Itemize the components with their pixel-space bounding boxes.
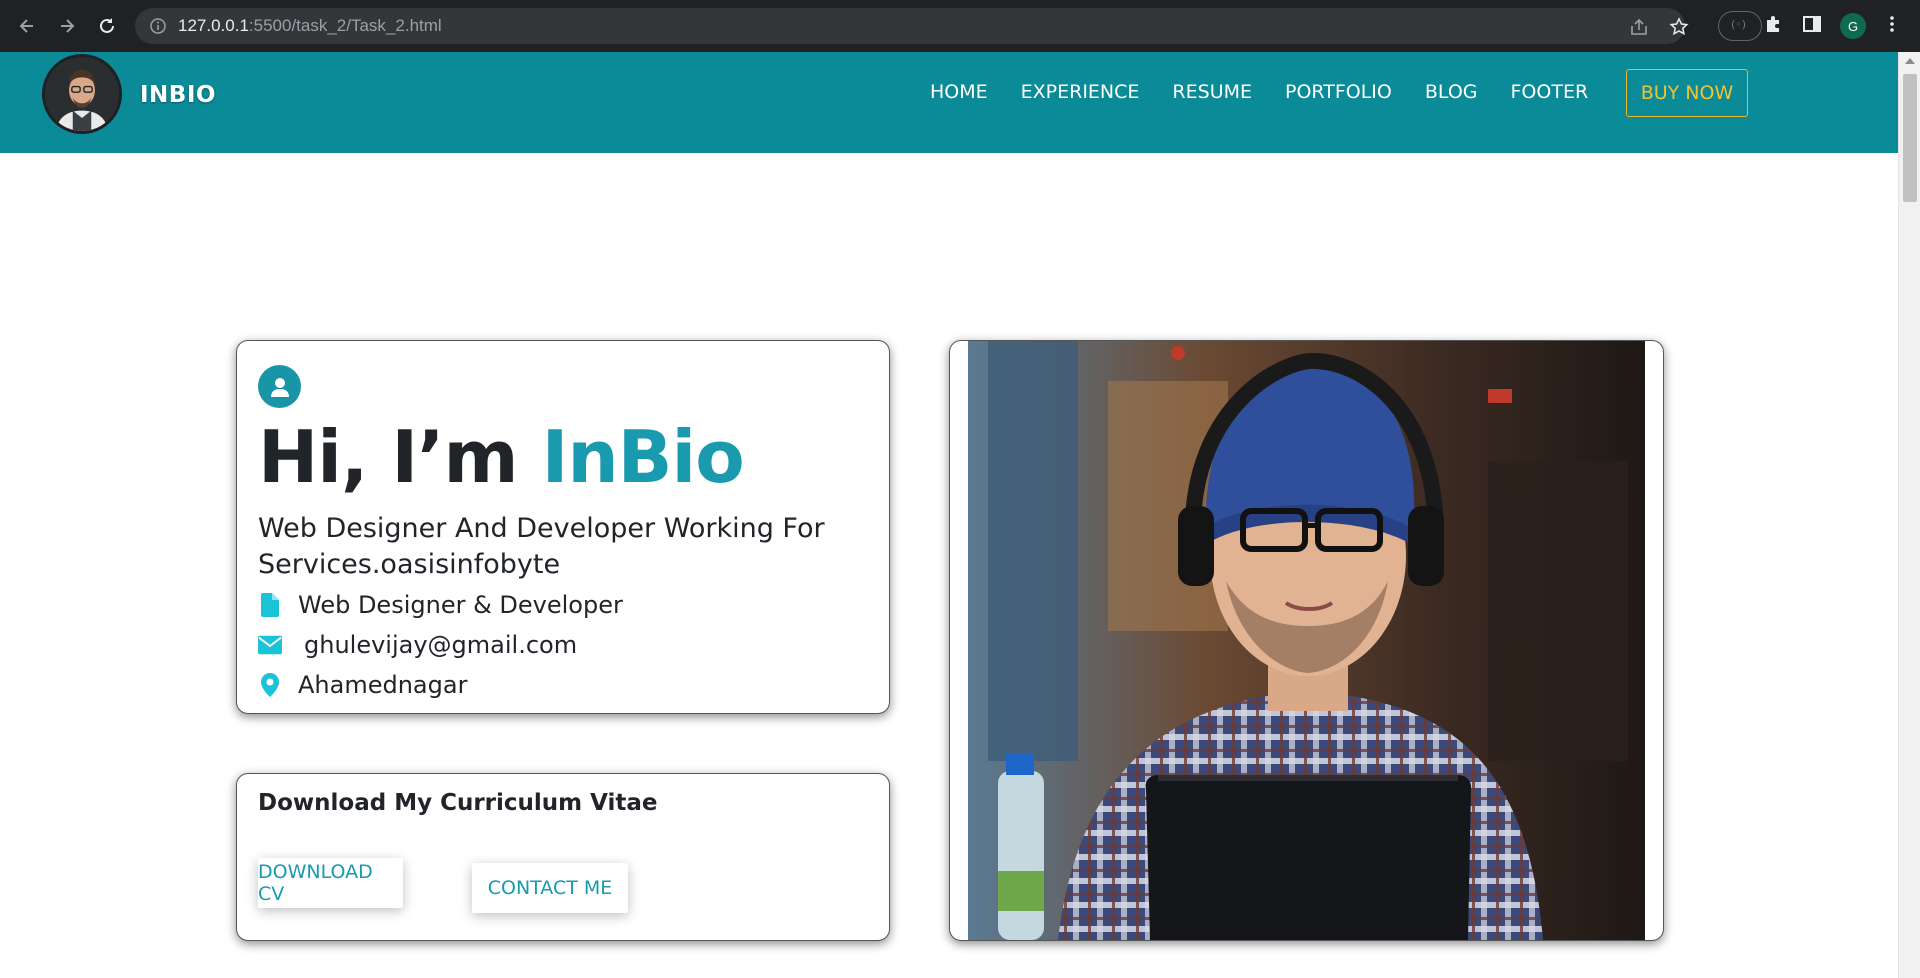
forward-button[interactable] <box>52 11 82 41</box>
puzzle-icon <box>1767 16 1779 32</box>
nav-resume[interactable]: RESUME <box>1172 81 1252 103</box>
nav-footer[interactable]: FOOTER <box>1511 81 1589 103</box>
developer-photo <box>968 341 1645 940</box>
side-panel-button[interactable] <box>1800 12 1824 36</box>
logo-avatar[interactable] <box>42 54 122 134</box>
back-button[interactable] <box>12 11 42 41</box>
media-icon: (◦) <box>1731 18 1747 31</box>
hero-subtitle: Web Designer And Developer Working For S… <box>258 513 825 580</box>
address-bar[interactable]: 127.0.0.1:5500/task_2/Task_2.html <box>135 8 1689 44</box>
kebab-menu-icon <box>1890 16 1894 32</box>
page-scrollbar[interactable] <box>1898 52 1920 978</box>
reload-icon <box>100 18 114 33</box>
contact-me-button[interactable]: CONTACT ME <box>472 863 628 913</box>
star-icon[interactable] <box>1669 17 1689 37</box>
side-panel-icon <box>1803 16 1821 32</box>
buy-now-button[interactable]: BUY NOW <box>1626 69 1748 117</box>
main-nav: HOME EXPERIENCE RESUME PORTFOLIO BLOG FO… <box>930 81 1621 103</box>
arrow-left-icon <box>19 19 33 33</box>
location-pin-icon <box>258 672 282 698</box>
file-icon <box>258 592 282 618</box>
extensions-puzzle-button[interactable] <box>1761 12 1785 36</box>
hero-name: InBio <box>541 415 745 499</box>
intro-card: Hi, I’m InBio Web Designer And Developer… <box>236 340 890 714</box>
nav-experience[interactable]: EXPERIENCE <box>1021 81 1140 103</box>
browser-toolbar: 127.0.0.1:5500/task_2/Task_2.html (◦) G <box>0 0 1920 52</box>
photo-card <box>949 340 1664 941</box>
reload-button[interactable] <box>92 11 122 41</box>
user-icon <box>258 365 301 408</box>
download-cv-button[interactable]: DOWNLOAD CV <box>258 858 403 908</box>
extension-indicator[interactable]: (◦) <box>1718 11 1762 41</box>
detail-email: ghulevijay@gmail.com <box>258 631 577 659</box>
profile-photo-icon <box>45 57 119 131</box>
cv-card: Download My Curriculum Vitae DOWNLOAD CV… <box>236 773 890 941</box>
scroll-up-arrow-icon[interactable] <box>1905 58 1915 64</box>
site-logo-text[interactable]: INBIO <box>140 82 216 108</box>
scroll-thumb[interactable] <box>1903 74 1917 202</box>
profile-avatar[interactable]: G <box>1840 13 1866 39</box>
menu-button[interactable] <box>1880 12 1904 36</box>
envelope-icon <box>258 632 282 658</box>
info-icon <box>150 18 166 34</box>
url-text: 127.0.0.1:5500/task_2/Task_2.html <box>178 16 442 35</box>
detail-location: Ahamednagar <box>258 671 467 699</box>
detail-role: Web Designer & Developer <box>258 591 623 619</box>
arrow-right-icon <box>61 19 75 33</box>
nav-portfolio[interactable]: PORTFOLIO <box>1285 81 1392 103</box>
nav-home[interactable]: HOME <box>930 81 988 103</box>
nav-blog[interactable]: BLOG <box>1425 81 1478 103</box>
hero-title: Hi, I’m InBio <box>258 415 745 499</box>
site-header: INBIO HOME EXPERIENCE RESUME PORTFOLIO B… <box>0 52 1898 153</box>
share-icon[interactable] <box>1629 17 1649 37</box>
cv-title: Download My Curriculum Vitae <box>258 790 658 816</box>
